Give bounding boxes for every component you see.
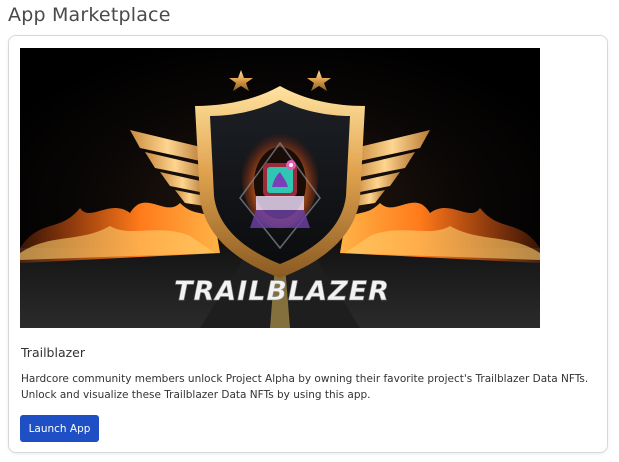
app-description: Hardcore community members unlock Projec… — [21, 373, 589, 401]
page-title: App Marketplace — [8, 4, 171, 26]
app-name: Trailblazer — [21, 345, 86, 360]
app-card: TRAILBLAZER Trailblazer Hardcore communi… — [8, 35, 608, 453]
launch-app-button[interactable]: Launch App — [20, 415, 99, 442]
banner-title-text: TRAILBLAZER — [174, 276, 390, 307]
app-banner-image: TRAILBLAZER — [20, 48, 540, 328]
